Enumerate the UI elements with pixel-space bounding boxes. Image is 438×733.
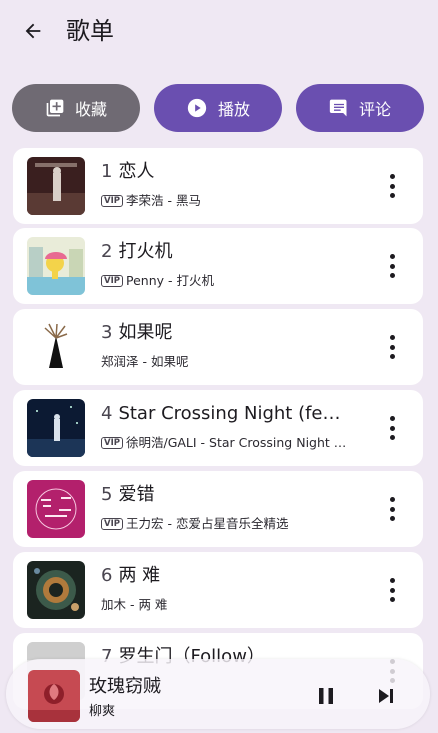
collect-label: 收藏 <box>74 100 107 119</box>
play-all-label: 播放 <box>217 100 250 119</box>
now-playing-cover <box>28 670 80 722</box>
more-options-button[interactable] <box>387 254 397 278</box>
song-title: 爱错 <box>118 484 155 505</box>
song-title: 恋人 <box>118 161 155 182</box>
arrow-left-icon <box>25 23 41 39</box>
play-circle-icon <box>187 98 207 118</box>
app-bar: 歌单 <box>0 0 438 66</box>
playlist-add-icon <box>46 99 64 117</box>
song-title: 打火机 <box>118 241 173 262</box>
more-vert-icon <box>389 254 395 259</box>
track-number: 3 <box>101 322 113 343</box>
song-row[interactable]: 6两 难 加木 - 两 难 <box>13 552 423 628</box>
now-playing-title: 玫瑰窃贼 <box>89 676 161 697</box>
album-cover <box>27 561 85 619</box>
now-playing-artist: 柳爽 <box>89 704 116 719</box>
album-cover <box>27 157 85 215</box>
song-title: 两 难 <box>118 565 161 586</box>
more-options-button[interactable] <box>387 174 397 198</box>
vip-badge: VIP <box>101 518 123 530</box>
more-vert-icon <box>389 578 395 583</box>
album-cover <box>27 237 85 295</box>
song-row[interactable]: 4Star Crossing Night (feat. GALI) VIP徐明浩… <box>13 390 423 466</box>
comment-icon <box>329 99 347 117</box>
more-options-button[interactable] <box>387 416 397 440</box>
more-options-button[interactable] <box>387 578 397 602</box>
song-subtitle: 郑润泽 - 如果呢 <box>101 354 189 369</box>
album-cover <box>27 318 85 376</box>
more-options-button[interactable] <box>387 497 397 521</box>
song-subtitle: Penny - 打火机 <box>125 273 214 288</box>
song-subtitle: 徐明浩/GALI - Star Crossing Night (feat. GA… <box>125 435 351 450</box>
song-subtitle: 李荣浩 - 黑马 <box>125 193 201 208</box>
song-row[interactable]: 1 恋人 VIP 李荣浩 - 黑马 <box>13 148 423 224</box>
more-options-button[interactable] <box>387 335 397 359</box>
track-number: 2 <box>101 241 113 262</box>
skip-next-icon <box>379 689 393 703</box>
song-title: Star Crossing Night (feat. GALI) <box>118 403 351 424</box>
vip-badge: VIP <box>101 437 123 449</box>
more-vert-icon <box>389 335 395 340</box>
track-number: 6 <box>101 565 113 586</box>
more-vert-icon <box>389 174 395 179</box>
song-title: 如果呢 <box>118 322 173 343</box>
song-subtitle: 王力宏 - 恋爱占星音乐全精选 <box>125 516 289 531</box>
song-row[interactable]: 3 如果呢 郑润泽 - 如果呢 <box>13 309 423 385</box>
track-number: 1 <box>101 161 113 182</box>
more-vert-icon <box>389 497 395 502</box>
page-title: 歌单 <box>66 17 114 45</box>
pause-icon <box>319 688 333 704</box>
action-row: 收藏 播放 评论 <box>12 84 426 132</box>
comment-button[interactable]: 评论 <box>296 84 424 132</box>
comment-label: 评论 <box>358 100 391 119</box>
album-cover <box>27 480 85 538</box>
back-button[interactable] <box>16 14 50 48</box>
song-row[interactable]: 5 爱错 VIP 王力宏 - 恋爱占星音乐全精选 <box>13 471 423 547</box>
track-number: 4 <box>101 403 113 424</box>
album-cover <box>27 399 85 457</box>
song-subtitle: 加木 - 两 难 <box>101 597 168 612</box>
pause-button[interactable] <box>316 685 336 707</box>
more-vert-icon <box>389 416 395 421</box>
vip-badge: VIP <box>101 195 123 207</box>
song-row[interactable]: 2 打火机 VIP Penny - 打火机 <box>13 228 423 304</box>
mini-player[interactable]: 玫瑰窃贼 柳爽 <box>6 659 430 729</box>
track-number: 5 <box>101 484 113 505</box>
collect-button[interactable]: 收藏 <box>12 84 140 132</box>
vip-badge: VIP <box>101 275 123 287</box>
skip-next-button[interactable] <box>376 686 396 706</box>
play-all-button[interactable]: 播放 <box>154 84 282 132</box>
